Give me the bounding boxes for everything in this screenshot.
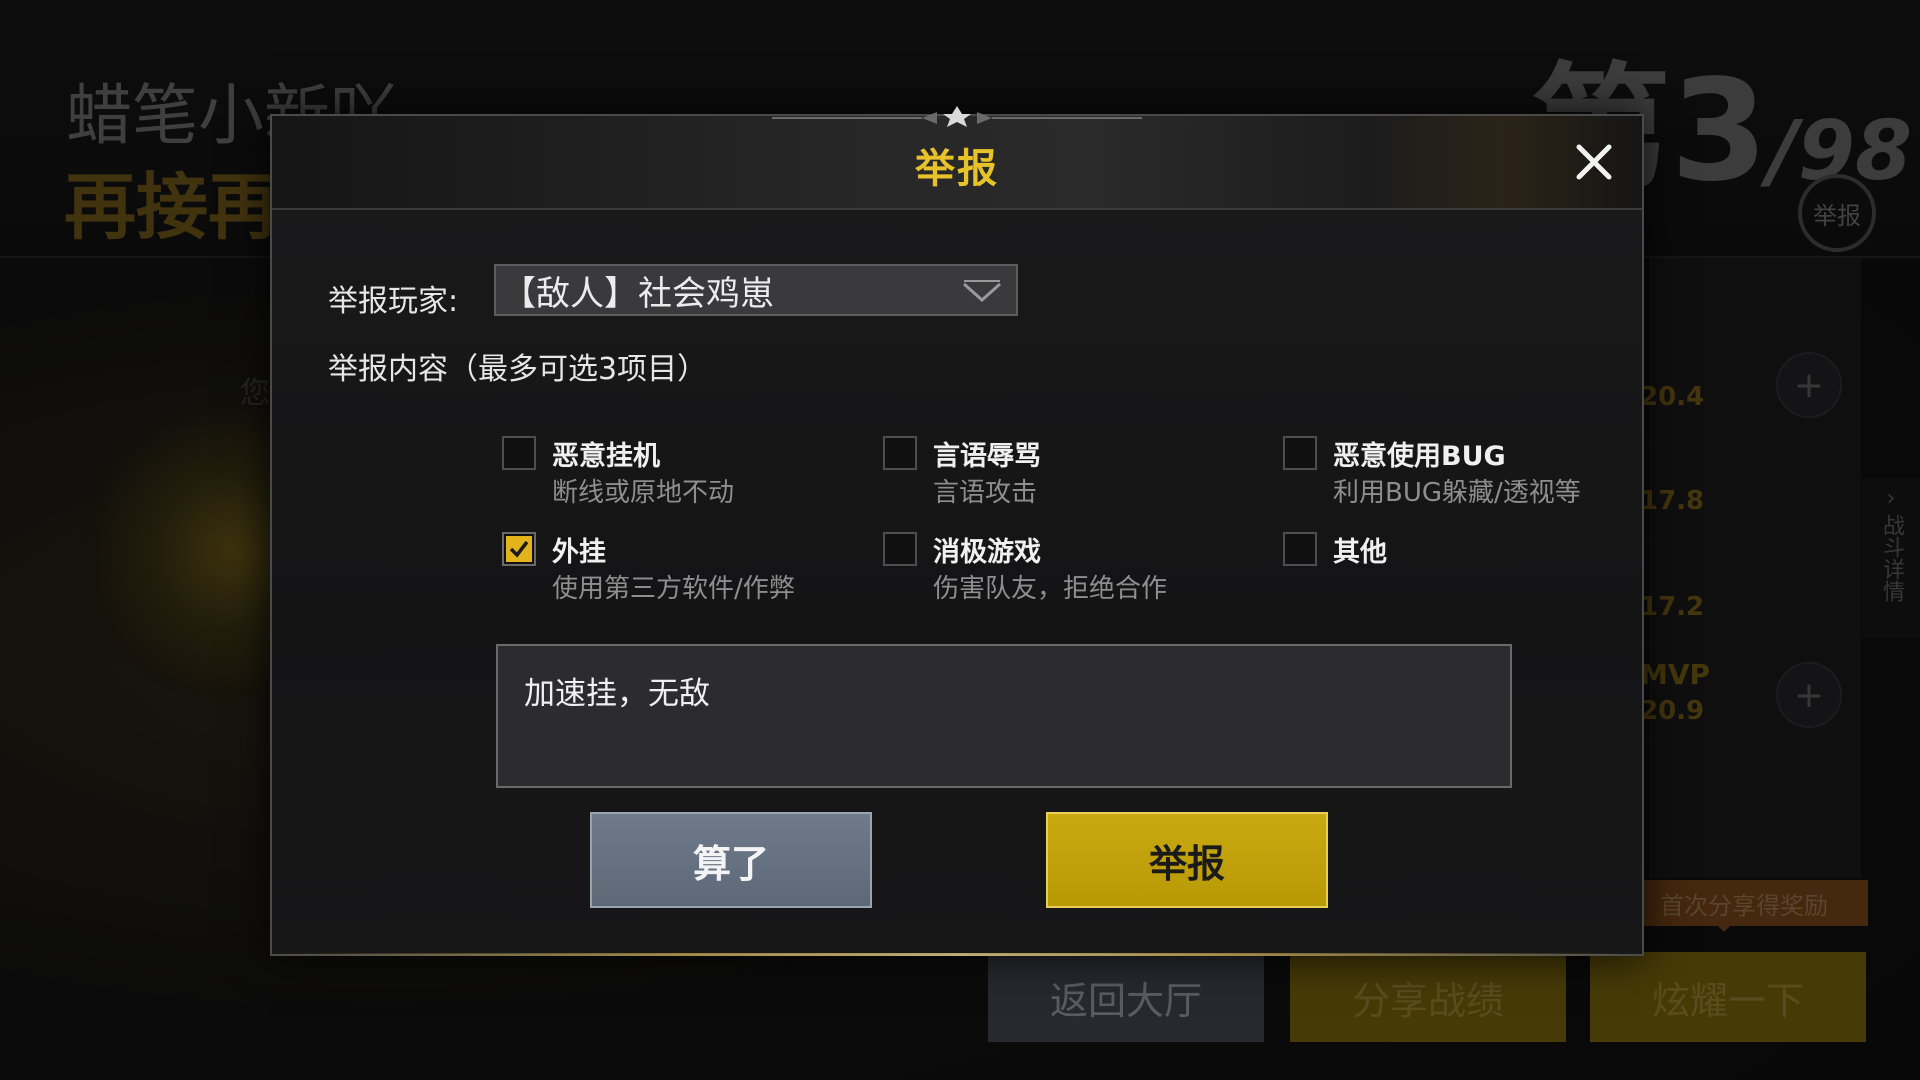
report-content-label: 举报内容（最多可选3项目）: [328, 352, 708, 387]
passive-play-checkbox[interactable]: [883, 532, 917, 566]
option-desc: 利用BUG躲藏/透视等: [1333, 478, 1581, 508]
cheat-checkbox[interactable]: [502, 532, 536, 566]
option-title: 恶意挂机: [552, 441, 660, 472]
cancel-button[interactable]: 算了: [590, 812, 872, 908]
option-title: 言语辱骂: [933, 441, 1041, 472]
header-ornament-icon: [772, 106, 1142, 127]
selected-player-value: 【敌人】社会鸡崽: [502, 273, 774, 314]
chevron-down-icon: [963, 280, 1001, 303]
report-dialog: 举报 举报玩家: 【敌人】社会鸡崽 举报内容（最多可选3项目） 恶意挂机 断线或…: [270, 106, 1644, 956]
dialog-title: 举报: [915, 146, 999, 192]
option-desc: 言语攻击: [933, 478, 1038, 508]
option-desc: 使用第三方软件/作弊: [552, 574, 795, 604]
option-title: 其他: [1333, 537, 1387, 568]
other-checkbox[interactable]: [1283, 532, 1317, 566]
close-button[interactable]: [1568, 136, 1620, 188]
dialog-header: 举报: [272, 106, 1642, 210]
report-player-label: 举报玩家:: [328, 284, 459, 319]
option-title: 外挂: [552, 537, 606, 568]
abuse-checkbox[interactable]: [883, 436, 917, 470]
submit-report-button[interactable]: 举报: [1046, 812, 1328, 908]
close-icon: [1576, 144, 1612, 180]
option-title: 消极游戏: [933, 537, 1041, 568]
afk-checkbox[interactable]: [502, 436, 536, 470]
option-desc: 断线或原地不动: [552, 478, 735, 508]
player-select-dropdown[interactable]: 【敌人】社会鸡崽: [494, 264, 1018, 316]
checkmark-icon: [506, 536, 532, 562]
option-title: 恶意使用BUG: [1333, 441, 1506, 472]
bug-exploit-checkbox[interactable]: [1283, 436, 1317, 470]
report-detail-textarea[interactable]: 加速挂，无敌: [496, 644, 1512, 788]
option-desc: 伤害队友，拒绝合作: [933, 574, 1168, 604]
